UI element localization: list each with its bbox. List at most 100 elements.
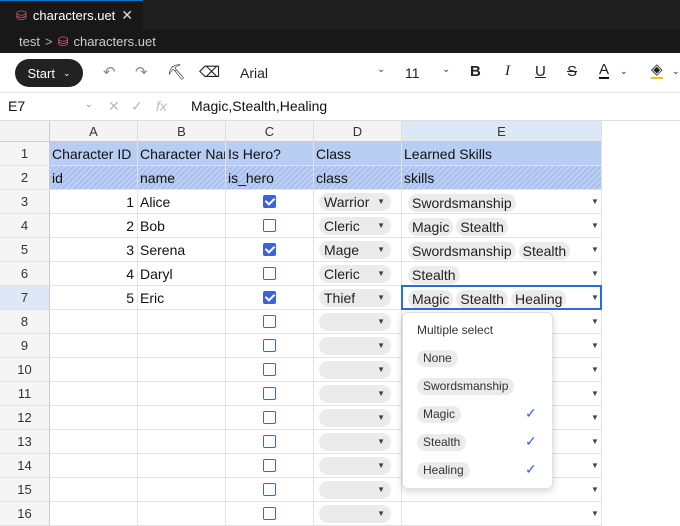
empty-cell[interactable] — [138, 334, 226, 358]
hero-checkbox[interactable] — [263, 459, 276, 472]
empty-cell[interactable] — [226, 334, 314, 358]
skills-cell[interactable]: Swordsmanship Stealth ▼ — [402, 238, 602, 262]
empty-cell[interactable] — [50, 430, 138, 454]
empty-cell[interactable] — [50, 382, 138, 406]
fill-color-icon[interactable]: ◈ — [651, 62, 663, 79]
empty-cell[interactable]: ▼ — [314, 430, 402, 454]
empty-cell[interactable] — [226, 382, 314, 406]
chevron-down-icon[interactable]: ▼ — [591, 310, 599, 333]
empty-cell[interactable] — [138, 358, 226, 382]
class-dropdown[interactable]: ▼ — [319, 313, 391, 331]
empty-cell[interactable] — [138, 406, 226, 430]
font-size-select[interactable]: 11 — [405, 65, 420, 81]
popup-option-magic[interactable]: Magic — [417, 406, 462, 423]
key-cell[interactable]: is_hero — [226, 166, 314, 190]
header-cell[interactable]: Class — [314, 142, 402, 166]
row-header-9[interactable]: 9 — [0, 334, 50, 358]
chevron-down-icon[interactable]: ▼ — [591, 262, 599, 285]
confirm-icon[interactable]: ✓ — [131, 98, 143, 115]
chevron-down-icon[interactable]: ▼ — [591, 502, 599, 525]
row-header-13[interactable]: 13 — [0, 430, 50, 454]
row-header-5[interactable]: 5 — [0, 238, 50, 262]
hero-checkbox[interactable] — [263, 411, 276, 424]
row-header-2[interactable]: 2 — [0, 166, 50, 190]
class-cell[interactable]: Warrior ▼ — [314, 190, 402, 214]
name-cell[interactable]: Daryl — [138, 262, 226, 286]
name-cell[interactable]: Eric — [138, 286, 226, 310]
empty-cell[interactable] — [138, 478, 226, 502]
chevron-down-icon[interactable]: ▼ — [591, 238, 599, 261]
hero-checkbox[interactable] — [263, 339, 276, 352]
empty-cell[interactable] — [226, 310, 314, 334]
empty-cell[interactable] — [50, 406, 138, 430]
class-dropdown[interactable]: Cleric ▼ — [319, 217, 391, 235]
bold-icon[interactable]: B — [470, 63, 481, 80]
row-header-11[interactable]: 11 — [0, 382, 50, 406]
chevron-down-icon[interactable]: ▼ — [591, 190, 599, 213]
row-header-14[interactable]: 14 — [0, 454, 50, 478]
start-button[interactable]: Start ⌄ — [15, 59, 83, 87]
id-cell[interactable]: 3 — [50, 238, 138, 262]
empty-cell[interactable] — [138, 502, 226, 526]
empty-cell[interactable] — [50, 454, 138, 478]
skills-cell[interactable]: Magic Stealth ▼ — [402, 214, 602, 238]
hero-checkbox[interactable] — [263, 243, 276, 256]
class-dropdown[interactable]: Mage ▼ — [319, 241, 391, 259]
chevron-down-icon[interactable]: ▼ — [591, 430, 599, 453]
chevron-down-icon[interactable]: ⌄ — [377, 64, 385, 75]
italic-icon[interactable]: I — [505, 63, 510, 80]
empty-cell[interactable]: ▼ — [314, 358, 402, 382]
strikethrough-icon[interactable]: S — [567, 63, 577, 80]
chevron-down-icon[interactable]: ⌄ — [672, 66, 680, 77]
hero-checkbox[interactable] — [263, 195, 276, 208]
column-header-b[interactable]: B — [138, 121, 226, 142]
empty-cell[interactable] — [226, 406, 314, 430]
empty-cell[interactable] — [50, 478, 138, 502]
empty-cell[interactable] — [138, 310, 226, 334]
class-cell[interactable]: Mage ▼ — [314, 238, 402, 262]
class-dropdown[interactable]: ▼ — [319, 361, 391, 379]
empty-cell[interactable] — [138, 454, 226, 478]
row-header-7[interactable]: 7 — [0, 286, 50, 310]
empty-cell[interactable] — [226, 358, 314, 382]
empty-cell[interactable] — [50, 334, 138, 358]
redo-icon[interactable]: ↷ — [135, 63, 148, 81]
class-dropdown[interactable]: ▼ — [319, 505, 391, 523]
header-cell[interactable]: Character ID — [50, 142, 138, 166]
class-dropdown[interactable]: ▼ — [319, 409, 391, 427]
hero-checkbox[interactable] — [263, 507, 276, 520]
chevron-down-icon[interactable]: ▼ — [591, 406, 599, 429]
font-color-icon[interactable]: A — [599, 62, 610, 79]
hero-checkbox[interactable] — [263, 315, 276, 328]
breadcrumb-folder[interactable]: test — [19, 34, 40, 49]
chevron-down-icon[interactable]: ▼ — [591, 478, 599, 501]
key-cell[interactable]: name — [138, 166, 226, 190]
id-cell[interactable]: 2 — [50, 214, 138, 238]
popup-option-none[interactable]: None — [417, 350, 458, 367]
underline-icon[interactable]: U — [535, 63, 546, 80]
hero-cell[interactable] — [226, 286, 314, 310]
row-header-12[interactable]: 12 — [0, 406, 50, 430]
class-dropdown[interactable]: ▼ — [319, 481, 391, 499]
id-cell[interactable]: 5 — [50, 286, 138, 310]
header-cell[interactable]: Learned Skills — [402, 142, 602, 166]
column-header-a[interactable]: A — [50, 121, 138, 142]
class-dropdown[interactable]: Thief ▼ — [319, 289, 391, 307]
select-all-corner[interactable] — [0, 121, 50, 142]
empty-cell[interactable] — [50, 310, 138, 334]
column-header-d[interactable]: D — [314, 121, 402, 142]
row-header-16[interactable]: 16 — [0, 502, 50, 526]
header-cell[interactable]: Character Name — [138, 142, 226, 166]
empty-cell[interactable]: ▼ — [314, 478, 402, 502]
id-cell[interactable]: 4 — [50, 262, 138, 286]
empty-cell[interactable]: ▼ — [314, 454, 402, 478]
name-cell[interactable]: Alice — [138, 190, 226, 214]
cell-reference[interactable]: E7 — [8, 98, 25, 114]
empty-cell[interactable] — [226, 430, 314, 454]
function-icon[interactable]: fx — [156, 98, 167, 114]
header-cell[interactable]: Is Hero? — [226, 142, 314, 166]
key-cell[interactable]: id — [50, 166, 138, 190]
hero-checkbox[interactable] — [263, 219, 276, 232]
key-cell[interactable]: class — [314, 166, 402, 190]
row-header-4[interactable]: 4 — [0, 214, 50, 238]
